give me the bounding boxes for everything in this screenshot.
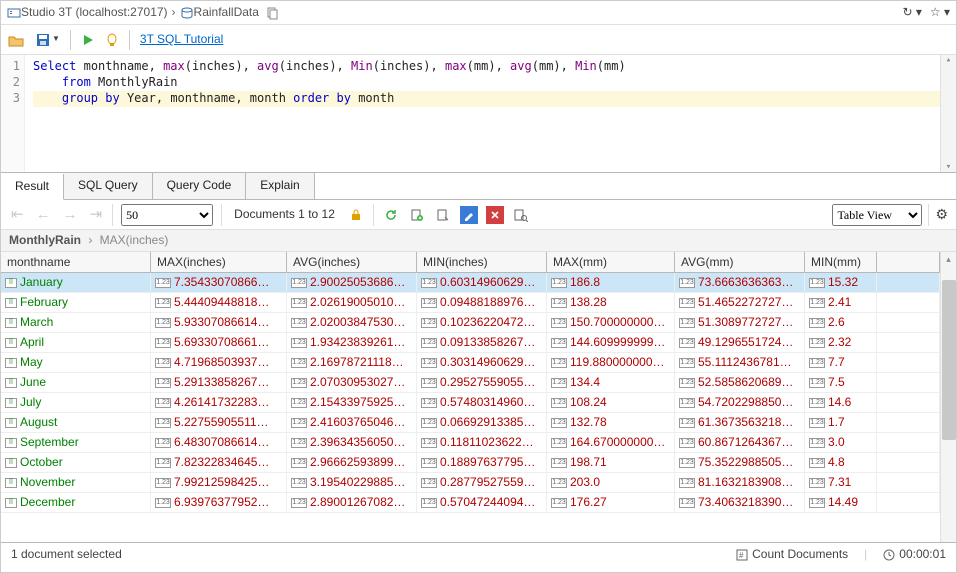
tab-query-code[interactable]: Query Code xyxy=(153,173,247,199)
open-folder-icon[interactable] xyxy=(7,31,25,49)
results-toolbar: ⇤ ← → ⇥ 50 Documents 1 to 12 Table View … xyxy=(1,200,956,230)
count-documents-button[interactable]: # Count Documents xyxy=(736,547,848,563)
first-page-icon[interactable]: ⇤ xyxy=(9,205,26,225)
result-tabs: ResultSQL QueryQuery CodeExplain xyxy=(1,173,956,200)
table-row[interactable]: ⠿January 1.237.35433070866… 1.232.900250… xyxy=(1,273,940,293)
table-row[interactable]: ⠿October 1.237.82322834645… 1.232.966625… xyxy=(1,453,940,473)
col-AVG(mm)[interactable]: AVG(mm) xyxy=(675,252,805,272)
sql-tutorial-link[interactable]: 3T SQL Tutorial xyxy=(140,32,223,48)
find-icon[interactable] xyxy=(512,206,530,224)
server-icon xyxy=(7,6,21,20)
result-collection[interactable]: MonthlyRain xyxy=(9,233,81,249)
last-page-icon[interactable]: ⇥ xyxy=(88,205,105,225)
favorite-dropdown-icon[interactable]: ☆ ▾ xyxy=(930,5,950,21)
breadcrumb-server[interactable]: Studio 3T (localhost:27017) xyxy=(21,5,168,21)
table-row[interactable]: ⠿August 1.235.22755905511… 1.232.4160376… xyxy=(1,413,940,433)
tab-result[interactable]: Result xyxy=(1,174,64,200)
view-document-icon[interactable] xyxy=(434,206,452,224)
view-mode-select[interactable]: Table View xyxy=(832,204,922,226)
status-bar: 1 document selected # Count Documents | … xyxy=(1,542,956,566)
sql-editor[interactable]: 123 Select monthname, max(inches), avg(i… xyxy=(1,55,956,173)
run-icon[interactable] xyxy=(81,33,95,47)
result-field[interactable]: MAX(inches) xyxy=(100,233,169,249)
settings-icon[interactable]: ⚙ xyxy=(935,205,948,223)
grid-scrollbar[interactable]: ▴ xyxy=(940,252,956,542)
table-row[interactable]: ⠿July 1.234.26141732283… 1.232.154339759… xyxy=(1,393,940,413)
update-document-icon[interactable] xyxy=(460,206,478,224)
table-row[interactable]: ⠿April 1.235.69330708661… 1.231.93423839… xyxy=(1,333,940,353)
tab-sql-query[interactable]: SQL Query xyxy=(64,173,153,199)
chevron-right-icon: › xyxy=(168,5,180,21)
query-time: 00:00:01 xyxy=(883,547,946,563)
selection-status: 1 document selected xyxy=(11,547,122,563)
line-gutter: 123 xyxy=(1,55,25,172)
sql-code[interactable]: Select monthname, max(inches), avg(inche… xyxy=(25,55,956,172)
table-row[interactable]: ⠿June 1.235.29133858267… 1.232.070309530… xyxy=(1,373,940,393)
refresh-icon[interactable] xyxy=(382,206,400,224)
col-MAX(inches)[interactable]: MAX(inches) xyxy=(151,252,287,272)
col-MIN(inches)[interactable]: MIN(inches) xyxy=(417,252,547,272)
col-MAX(mm)[interactable]: MAX(mm) xyxy=(547,252,675,272)
table-row[interactable]: ⠿November 1.237.99212598425… 1.233.19540… xyxy=(1,473,940,493)
col-MIN(mm)[interactable]: MIN(mm) xyxy=(805,252,877,272)
table-row[interactable]: ⠿May 1.234.71968503937… 1.232.1697872111… xyxy=(1,353,940,373)
page-size-select[interactable]: 50 xyxy=(121,204,213,226)
grid-body: ⠿January 1.237.35433070866… 1.232.900250… xyxy=(1,273,940,513)
database-icon xyxy=(180,6,194,20)
add-document-icon[interactable] xyxy=(408,206,426,224)
tab-explain[interactable]: Explain xyxy=(246,173,314,199)
col-AVG(inches)[interactable]: AVG(inches) xyxy=(287,252,417,272)
table-row[interactable]: ⠿March 1.235.93307086614… 1.232.02003847… xyxy=(1,313,940,333)
prev-page-icon[interactable]: ← xyxy=(34,205,53,225)
table-row[interactable]: ⠿December 1.236.93976377952… 1.232.89001… xyxy=(1,493,940,513)
documents-range: Documents 1 to 12 xyxy=(230,207,339,223)
save-dropdown-icon[interactable]: ▼ xyxy=(35,32,60,48)
next-page-icon[interactable]: → xyxy=(61,205,80,225)
copy-icon[interactable] xyxy=(265,6,279,20)
breadcrumb-db[interactable]: RainfallData xyxy=(194,5,259,21)
hint-icon[interactable] xyxy=(105,33,119,47)
table-row[interactable]: ⠿February 1.235.44409448818… 1.232.02619… xyxy=(1,293,940,313)
query-toolbar: ▼ 3T SQL Tutorial xyxy=(1,25,956,55)
result-path: MonthlyRain › MAX(inches) xyxy=(1,230,956,252)
col-monthname[interactable]: monthname xyxy=(1,252,151,272)
breadcrumb: Studio 3T (localhost:27017) › RainfallDa… xyxy=(1,1,956,25)
history-dropdown-icon[interactable]: ↻ ▾ xyxy=(902,5,921,21)
results-grid: monthnameMAX(inches)AVG(inches)MIN(inche… xyxy=(1,252,956,542)
delete-document-icon[interactable] xyxy=(486,206,504,224)
svg-text:#: # xyxy=(739,551,744,560)
lock-icon[interactable] xyxy=(347,206,365,224)
editor-scrollbar[interactable]: ▴▾ xyxy=(940,55,956,172)
table-row[interactable]: ⠿September 1.236.48307086614… 1.232.3963… xyxy=(1,433,940,453)
grid-header[interactable]: monthnameMAX(inches)AVG(inches)MIN(inche… xyxy=(1,252,940,273)
